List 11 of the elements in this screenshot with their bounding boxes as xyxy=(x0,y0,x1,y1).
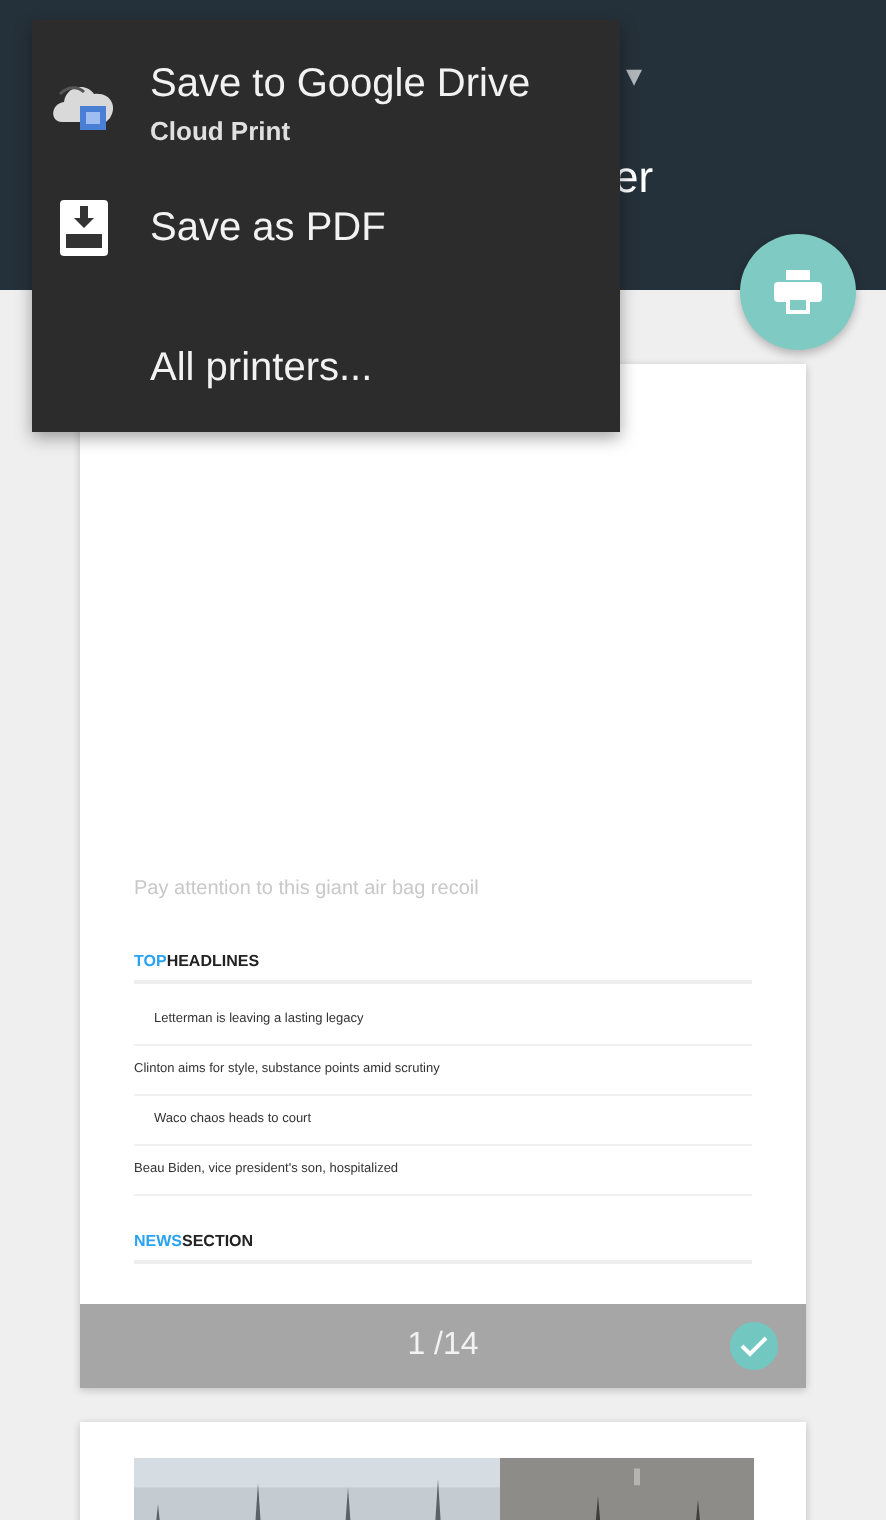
menu-item[interactable]: All printers... xyxy=(32,304,620,432)
menu-item[interactable]: Save as PDF xyxy=(32,164,620,292)
dropdown-caret-icon[interactable]: ▾ xyxy=(626,56,654,96)
page-number: 1 /14 xyxy=(407,1328,479,1364)
checkmark-icon xyxy=(740,1334,768,1358)
menu-item[interactable]: Save to Google Drive Cloud Print xyxy=(32,40,620,168)
section-heading: TOPHEADLINES xyxy=(134,952,752,984)
section-heading: NEWSSECTION xyxy=(134,1232,752,1264)
page-checkbox[interactable] xyxy=(730,1322,778,1370)
printer-icon xyxy=(774,270,822,314)
pdf-file-icon xyxy=(60,200,108,256)
